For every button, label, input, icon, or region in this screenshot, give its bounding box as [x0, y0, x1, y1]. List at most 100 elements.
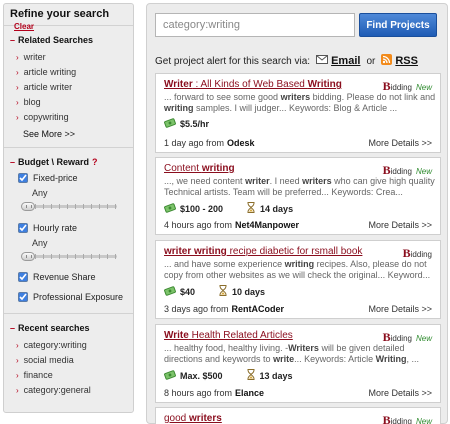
- more-details-link[interactable]: More Details >>: [368, 388, 432, 398]
- more-details-link[interactable]: More Details >>: [368, 138, 432, 148]
- related-item[interactable]: › writer: [16, 50, 133, 65]
- slider-handle[interactable]: [21, 202, 35, 211]
- fixed-price-checkbox-row[interactable]: Fixed-price: [4, 173, 133, 183]
- project-card: Content writing Bidding New..., we need co…: [155, 157, 441, 235]
- project-description: ..., we need content writer. I need writ…: [164, 176, 435, 197]
- money-icon: [164, 369, 176, 382]
- or-text: or: [366, 55, 376, 67]
- related-searches-heading: – Related Searches: [10, 35, 94, 45]
- card-footer: 1 day ago from Odesk More Details >>: [164, 138, 432, 148]
- money-icon: [164, 118, 176, 130]
- card-footer: 4 hours ago from Net4Manpower More Details…: [164, 220, 432, 230]
- new-badge: New: [415, 83, 432, 92]
- project-card: Writer : All Kinds of Web Based Writing B…: [155, 73, 441, 153]
- refine-sidebar: Refine your search Clear – Related Search…: [3, 3, 134, 413]
- arrow-icon: ›: [16, 341, 19, 350]
- divider: [4, 147, 133, 148]
- project-title-link[interactable]: good writers: [164, 413, 222, 424]
- project-meta: Max. $500 13 days: [164, 369, 293, 382]
- related-item[interactable]: › blog: [16, 95, 133, 110]
- rss-alert-link[interactable]: RSS: [395, 55, 418, 67]
- refine-title: Refine your search: [10, 8, 110, 20]
- budget-heading: – Budget \ Reward?: [10, 157, 98, 167]
- hourly-rate-slider[interactable]: [21, 252, 117, 261]
- arrow-icon: ›: [16, 98, 19, 107]
- checkbox-checked-icon[interactable]: [18, 292, 28, 302]
- budget-value: $40: [180, 286, 196, 297]
- duration-value: 10 days: [232, 286, 266, 297]
- project-title-link[interactable]: Writer : All Kinds of Web Based Writing: [164, 79, 342, 90]
- related-searches-list: › writer › article writing › article writer…: [4, 50, 133, 125]
- money-icon: [164, 285, 176, 298]
- source-name: Elance: [235, 388, 265, 398]
- arrow-icon: ›: [16, 356, 19, 365]
- professional-exposure-checkbox-row[interactable]: Professional Exposure: [4, 292, 133, 302]
- revenue-share-label: Revenue Share: [33, 272, 96, 282]
- recent-item[interactable]: › finance: [16, 368, 133, 383]
- professional-exposure-label: Professional Exposure: [33, 292, 124, 302]
- arrow-icon: ›: [16, 68, 19, 77]
- results-panel: Find Projects Get project alert for this…: [146, 3, 448, 424]
- posted-info: 8 hours ago from Elance: [164, 388, 265, 398]
- more-details-link[interactable]: More Details >>: [368, 220, 432, 230]
- revenue-share-checkbox-row[interactable]: Revenue Share: [4, 272, 133, 282]
- fixed-price-label: Fixed-price: [33, 173, 78, 183]
- source-name: RentACoder: [231, 304, 285, 314]
- duration-value: 14 days: [260, 203, 294, 214]
- clear-link[interactable]: Clear: [14, 22, 34, 31]
- duration-value: 13 days: [259, 370, 293, 381]
- project-title-link[interactable]: Write Health Related Articles: [164, 330, 293, 341]
- hourglass-icon: [219, 285, 227, 298]
- budget-value: Max. $500: [180, 370, 223, 381]
- project-meta: $40 10 days: [164, 285, 265, 298]
- arrow-icon: ›: [16, 386, 19, 395]
- hourly-rate-checkbox-row[interactable]: Hourly rate: [4, 223, 133, 233]
- hourly-rate-label: Hourly rate: [33, 223, 78, 233]
- search-input[interactable]: [155, 13, 355, 37]
- posted-info: 3 days ago from RentACoder: [164, 304, 285, 314]
- recent-searches-list: › category:writing › social media › finance…: [4, 338, 133, 398]
- card-footer: 3 days ago from RentACoder More Details >>: [164, 304, 432, 314]
- card-footer: 8 hours ago from Elance More Details >>: [164, 388, 432, 398]
- budget-value: $5.5/hr: [180, 119, 210, 129]
- recent-item[interactable]: › social media: [16, 353, 133, 368]
- project-alert-row: Get project alert for this search via: E…: [155, 54, 445, 68]
- new-badge: New: [415, 167, 432, 176]
- refine-header: Refine your search Clear: [4, 4, 133, 31]
- new-badge: New: [415, 417, 432, 424]
- recent-item[interactable]: › category:writing: [16, 338, 133, 353]
- email-alert-link[interactable]: Email: [331, 55, 360, 67]
- project-title-link[interactable]: writer writing recipe diabetic for rsmal…: [164, 246, 362, 257]
- new-badge: New: [415, 334, 432, 343]
- checkbox-checked-icon[interactable]: [18, 272, 28, 282]
- help-icon[interactable]: ?: [92, 157, 98, 167]
- find-projects-button[interactable]: Find Projects: [359, 13, 437, 37]
- project-meta: $100 - 200 14 days: [164, 202, 293, 215]
- search-bar: Find Projects: [155, 13, 437, 37]
- more-details-link[interactable]: More Details >>: [368, 304, 432, 314]
- project-card: writer writing recipe diabetic for rsmal…: [155, 240, 441, 319]
- posted-info: 4 hours ago from Net4Manpower: [164, 220, 300, 230]
- hourglass-icon: [247, 202, 255, 215]
- arrow-icon: ›: [16, 371, 19, 380]
- fixed-price-slider[interactable]: [21, 202, 117, 211]
- alert-text: Get project alert for this search via:: [155, 55, 311, 67]
- recent-searches-heading: – Recent searches: [10, 323, 90, 333]
- checkbox-checked-icon[interactable]: [18, 173, 28, 183]
- related-item[interactable]: › article writer: [16, 80, 133, 95]
- bidding-badge: Bidding New: [382, 413, 432, 424]
- project-card: Write Health Related Articles Bidding New.…: [155, 324, 441, 403]
- posted-info: 1 day ago from Odesk: [164, 138, 255, 148]
- project-description: ... forward to see some good writers bid…: [164, 92, 436, 113]
- related-item[interactable]: › article writing: [16, 65, 133, 80]
- fixed-price-range-label: Any: [32, 188, 48, 198]
- recent-item[interactable]: › category:general: [16, 383, 133, 398]
- slider-handle[interactable]: [21, 252, 35, 261]
- checkbox-checked-icon[interactable]: [18, 223, 28, 233]
- arrow-icon: ›: [16, 113, 19, 122]
- hourglass-icon: [247, 369, 255, 382]
- source-name: Net4Manpower: [235, 220, 300, 230]
- related-item[interactable]: › copywriting: [16, 110, 133, 125]
- see-more-link[interactable]: See More >>: [4, 129, 133, 139]
- project-title-link[interactable]: Content writing: [164, 163, 235, 174]
